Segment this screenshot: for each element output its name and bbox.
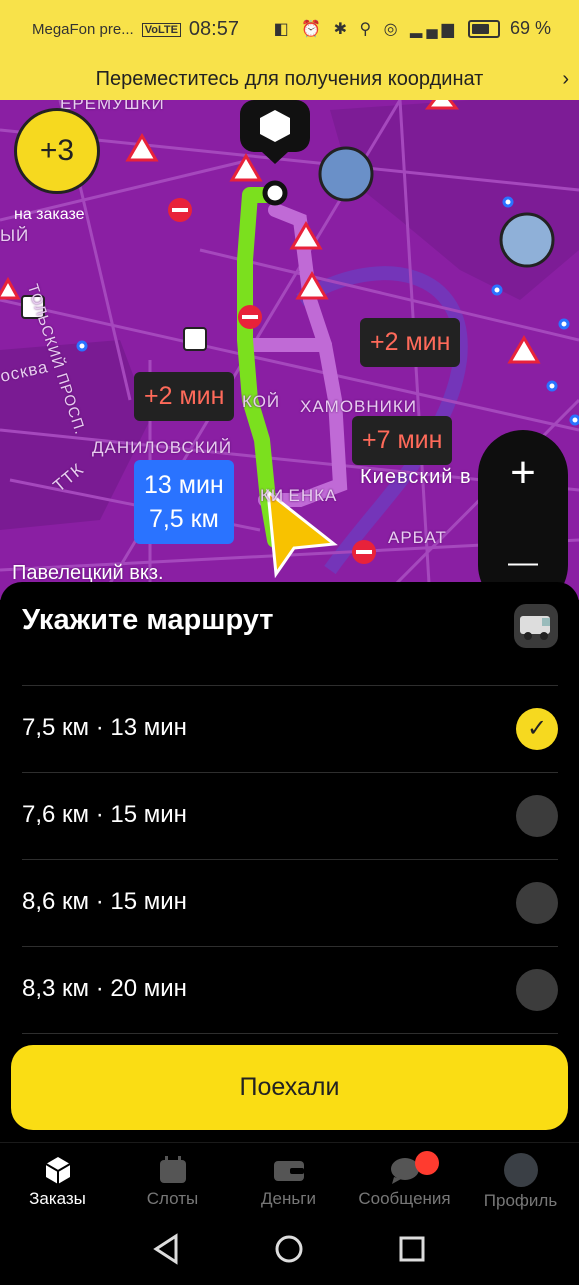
bottom-tab-bar: Заказы Слоты Деньги Сообщения Профиль (0, 1142, 579, 1223)
map-label: ДАНИЛОВСКИЙ (92, 438, 233, 457)
truck-icon[interactable] (514, 604, 558, 648)
tab-profile[interactable]: Профиль (463, 1143, 578, 1223)
map-label: КИ ЕНКА (260, 486, 338, 505)
chevron-right-icon: › (562, 68, 569, 90)
carrier-name: MegaFon pre... (32, 21, 134, 38)
avatar-icon (503, 1153, 538, 1187)
tab-label: Деньги (261, 1189, 316, 1208)
route-option[interactable]: 7,6 км · 15 мин (22, 772, 558, 859)
route-option-label: 7,6 км · 15 мин (22, 801, 187, 828)
tab-label: Профиль (483, 1191, 558, 1210)
route-delay-bubble[interactable]: +7 мин (352, 416, 453, 465)
home-button[interactable] (267, 1226, 311, 1270)
radio-button[interactable] (516, 969, 558, 1011)
route-option[interactable]: 8,6 км · 15 мин (22, 859, 558, 946)
route-time: 13 мин (144, 471, 224, 499)
radio-button[interactable] (516, 795, 558, 837)
route-option-label: 7,5 км · 13 мин (22, 714, 187, 741)
map-label: ЫЙ (0, 226, 30, 245)
landmark-icon (318, 146, 374, 202)
notice-text: Переместитесь для получения координат (95, 68, 484, 90)
volte-icon: VoLTE (141, 22, 181, 37)
bonus-label: на заказе (14, 206, 85, 223)
map-label: АРБАТ (388, 528, 447, 547)
unread-badge (415, 1151, 439, 1175)
route-option[interactable]: 8,3 км · 20 мин (22, 946, 558, 1033)
tab-messages[interactable]: Сообщения (347, 1143, 462, 1223)
tab-label: Слоты (146, 1189, 199, 1208)
tab-slots[interactable]: Слоты (115, 1143, 230, 1223)
divider (22, 1033, 558, 1035)
map-label: Киевский в (360, 466, 472, 488)
battery-icon (467, 19, 500, 38)
map-label: ХАМОВНИКИ (300, 397, 418, 416)
system-navigation-bar (0, 1222, 579, 1280)
route-delay-bubble[interactable]: +2 мин (360, 318, 461, 367)
calendar-icon (159, 1156, 186, 1183)
clock: 08:57 (188, 18, 239, 40)
route-option-label: 8,3 км · 20 мин (22, 975, 187, 1002)
route-option[interactable]: 7,5 км · 13 мин ✓ (22, 685, 558, 772)
map-label: КОЙ (242, 392, 281, 411)
check-icon[interactable]: ✓ (516, 708, 558, 750)
sheet-title: Укажите маршрут (22, 604, 274, 636)
status-bar: MegaFon pre... VoLTE 08:57 ◧ ⏰ ✱ ⚲ ◎ ▂▄▆… (0, 0, 579, 60)
battery-level: 69 % (509, 18, 551, 38)
tab-label: Сообщения (358, 1189, 451, 1208)
selected-route-badge[interactable]: 13 мин 7,5 км (134, 460, 234, 544)
recents-button[interactable] (390, 1226, 434, 1270)
route-option-label: 8,6 км · 15 мин (22, 888, 187, 915)
route-delay-bubble[interactable]: +2 мин (134, 372, 235, 421)
wallet-icon (273, 1161, 304, 1181)
tab-orders[interactable]: Заказы (0, 1143, 115, 1223)
tab-money[interactable]: Деньги (231, 1143, 346, 1223)
back-button[interactable] (146, 1226, 190, 1270)
landmark-icon (499, 212, 555, 268)
tab-label: Заказы (29, 1189, 86, 1208)
radio-button[interactable] (516, 882, 558, 924)
location-notice-banner[interactable]: Переместитесь для получения координат › (0, 60, 579, 100)
route-distance: 7,5 км (148, 505, 219, 533)
box-icon (44, 1157, 71, 1184)
zoom-in-button[interactable]: + (478, 430, 568, 520)
status-icons: ◧ ⏰ ✱ ⚲ ◎ ▂▄▆ (273, 20, 458, 38)
bonus-counter[interactable]: +3 (14, 108, 100, 194)
go-button[interactable]: Поехали (11, 1045, 568, 1130)
